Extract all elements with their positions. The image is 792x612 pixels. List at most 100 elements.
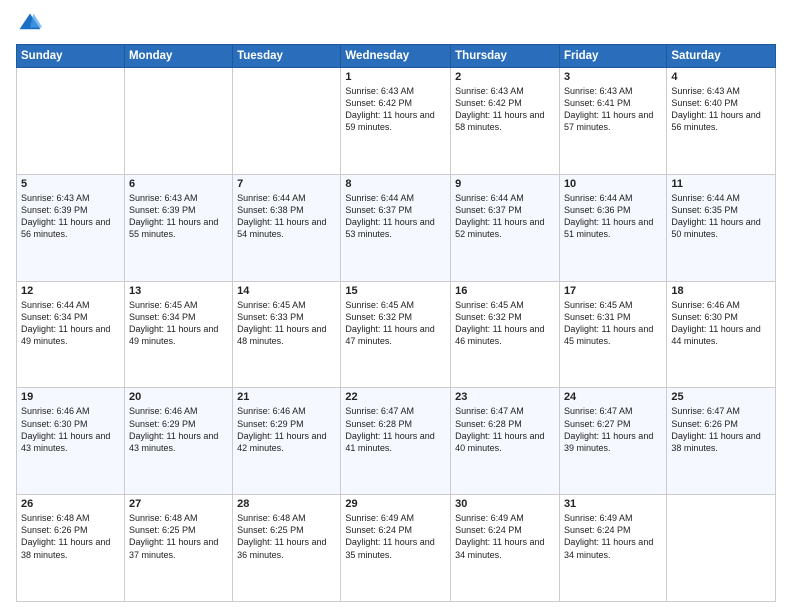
header bbox=[16, 10, 776, 38]
day-number: 9 bbox=[455, 178, 555, 190]
day-number: 1 bbox=[345, 71, 446, 83]
day-cell: 2 Sunrise: 6:43 AM Sunset: 6:42 PM Daylig… bbox=[451, 68, 560, 175]
logo bbox=[16, 10, 48, 38]
day-cell: 3 Sunrise: 6:43 AM Sunset: 6:41 PM Daylig… bbox=[559, 68, 666, 175]
week-row-1: 1 Sunrise: 6:43 AM Sunset: 6:42 PM Daylig… bbox=[17, 68, 776, 175]
weekday-header-row: SundayMondayTuesdayWednesdayThursdayFrid… bbox=[17, 45, 776, 68]
weekday-header-sunday: Sunday bbox=[17, 45, 125, 68]
day-info: Sunrise: 6:44 AM Sunset: 6:34 PM Dayligh… bbox=[21, 299, 120, 348]
day-info: Sunrise: 6:47 AM Sunset: 6:27 PM Dayligh… bbox=[564, 405, 662, 454]
day-info: Sunrise: 6:47 AM Sunset: 6:26 PM Dayligh… bbox=[671, 405, 771, 454]
calendar: SundayMondayTuesdayWednesdayThursdayFrid… bbox=[16, 44, 776, 602]
week-row-3: 12 Sunrise: 6:44 AM Sunset: 6:34 PM Dayli… bbox=[17, 281, 776, 388]
weekday-header-wednesday: Wednesday bbox=[341, 45, 451, 68]
day-info: Sunrise: 6:44 AM Sunset: 6:37 PM Dayligh… bbox=[455, 192, 555, 241]
day-cell: 17 Sunrise: 6:45 AM Sunset: 6:31 PM Dayli… bbox=[559, 281, 666, 388]
day-cell: 13Sunrise: 6:45 AM Sunset: 6:34 PM Dayli… bbox=[124, 281, 232, 388]
day-cell: 15 Sunrise: 6:45 AM Sunset: 6:32 PM Dayli… bbox=[341, 281, 451, 388]
day-info: Sunrise: 6:46 AM Sunset: 6:30 PM Dayligh… bbox=[671, 299, 771, 348]
day-cell: 28 Sunrise: 6:48 AM Sunset: 6:25 PM Dayli… bbox=[233, 495, 341, 602]
day-cell: 24 Sunrise: 6:47 AM Sunset: 6:27 PM Dayli… bbox=[559, 388, 666, 495]
weekday-header-monday: Monday bbox=[124, 45, 232, 68]
day-cell: 4Sunrise: 6:43 AM Sunset: 6:40 PM Daylig… bbox=[667, 68, 776, 175]
day-info: Sunrise: 6:43 AM Sunset: 6:42 PM Dayligh… bbox=[455, 85, 555, 134]
day-number: 29 bbox=[345, 498, 446, 510]
day-number: 15 bbox=[345, 285, 446, 297]
day-number: 30 bbox=[455, 498, 555, 510]
day-info: Sunrise: 6:44 AM Sunset: 6:37 PM Dayligh… bbox=[345, 192, 446, 241]
day-cell: 9 Sunrise: 6:44 AM Sunset: 6:37 PM Daylig… bbox=[451, 174, 560, 281]
day-number: 19 bbox=[21, 391, 120, 403]
day-number: 12 bbox=[21, 285, 120, 297]
day-cell: 10 Sunrise: 6:44 AM Sunset: 6:36 PM Dayli… bbox=[559, 174, 666, 281]
day-cell: 7Sunrise: 6:44 AM Sunset: 6:38 PM Daylig… bbox=[233, 174, 341, 281]
week-row-2: 5 Sunrise: 6:43 AM Sunset: 6:39 PM Daylig… bbox=[17, 174, 776, 281]
day-number: 31 bbox=[564, 498, 662, 510]
day-cell: 20 Sunrise: 6:46 AM Sunset: 6:29 PM Dayli… bbox=[124, 388, 232, 495]
day-number: 8 bbox=[345, 178, 446, 190]
day-cell: 5 Sunrise: 6:43 AM Sunset: 6:39 PM Daylig… bbox=[17, 174, 125, 281]
day-number: 3 bbox=[564, 71, 662, 83]
day-cell: 31 Sunrise: 6:49 AM Sunset: 6:24 PM Dayli… bbox=[559, 495, 666, 602]
day-info: Sunrise: 6:45 AM Sunset: 6:32 PM Dayligh… bbox=[455, 299, 555, 348]
day-number: 5 bbox=[21, 178, 120, 190]
day-cell: 29Sunrise: 6:49 AM Sunset: 6:24 PM Dayli… bbox=[341, 495, 451, 602]
day-info: Sunrise: 6:48 AM Sunset: 6:25 PM Dayligh… bbox=[237, 512, 336, 561]
day-cell: 25 Sunrise: 6:47 AM Sunset: 6:26 PM Dayli… bbox=[667, 388, 776, 495]
day-number: 6 bbox=[129, 178, 228, 190]
day-cell: 26Sunrise: 6:48 AM Sunset: 6:26 PM Dayli… bbox=[17, 495, 125, 602]
day-number: 24 bbox=[564, 391, 662, 403]
day-number: 22 bbox=[345, 391, 446, 403]
day-number: 26 bbox=[21, 498, 120, 510]
day-number: 7 bbox=[237, 178, 336, 190]
day-info: Sunrise: 6:47 AM Sunset: 6:28 PM Dayligh… bbox=[345, 405, 446, 454]
logo-icon bbox=[16, 10, 44, 38]
day-number: 11 bbox=[671, 178, 771, 190]
day-info: Sunrise: 6:49 AM Sunset: 6:24 PM Dayligh… bbox=[564, 512, 662, 561]
day-cell bbox=[233, 68, 341, 175]
day-number: 2 bbox=[455, 71, 555, 83]
day-number: 28 bbox=[237, 498, 336, 510]
day-cell bbox=[17, 68, 125, 175]
day-info: Sunrise: 6:44 AM Sunset: 6:36 PM Dayligh… bbox=[564, 192, 662, 241]
day-info: Sunrise: 6:46 AM Sunset: 6:30 PM Dayligh… bbox=[21, 405, 120, 454]
weekday-header-tuesday: Tuesday bbox=[233, 45, 341, 68]
day-number: 27 bbox=[129, 498, 228, 510]
day-info: Sunrise: 6:49 AM Sunset: 6:24 PM Dayligh… bbox=[455, 512, 555, 561]
weekday-header-thursday: Thursday bbox=[451, 45, 560, 68]
day-number: 14 bbox=[237, 285, 336, 297]
day-cell: 19 Sunrise: 6:46 AM Sunset: 6:30 PM Dayli… bbox=[17, 388, 125, 495]
day-number: 20 bbox=[129, 391, 228, 403]
day-number: 4 bbox=[671, 71, 771, 83]
day-info: Sunrise: 6:45 AM Sunset: 6:32 PM Dayligh… bbox=[345, 299, 446, 348]
day-number: 10 bbox=[564, 178, 662, 190]
day-info: Sunrise: 6:45 AM Sunset: 6:31 PM Dayligh… bbox=[564, 299, 662, 348]
day-info: Sunrise: 6:43 AM Sunset: 6:39 PM Dayligh… bbox=[21, 192, 120, 241]
day-cell: 30 Sunrise: 6:49 AM Sunset: 6:24 PM Dayli… bbox=[451, 495, 560, 602]
page: SundayMondayTuesdayWednesdayThursdayFrid… bbox=[0, 0, 792, 612]
day-number: 16 bbox=[455, 285, 555, 297]
day-info: Sunrise: 6:45 AM Sunset: 6:33 PM Dayligh… bbox=[237, 299, 336, 348]
day-info: Sunrise: 6:43 AM Sunset: 6:41 PM Dayligh… bbox=[564, 85, 662, 134]
day-cell: 23Sunrise: 6:47 AM Sunset: 6:28 PM Dayli… bbox=[451, 388, 560, 495]
weekday-header-saturday: Saturday bbox=[667, 45, 776, 68]
day-info: Sunrise: 6:43 AM Sunset: 6:42 PM Dayligh… bbox=[345, 85, 446, 134]
day-cell: 22 Sunrise: 6:47 AM Sunset: 6:28 PM Dayli… bbox=[341, 388, 451, 495]
day-info: Sunrise: 6:46 AM Sunset: 6:29 PM Dayligh… bbox=[237, 405, 336, 454]
week-row-4: 19 Sunrise: 6:46 AM Sunset: 6:30 PM Dayli… bbox=[17, 388, 776, 495]
day-cell: 11Sunrise: 6:44 AM Sunset: 6:35 PM Dayli… bbox=[667, 174, 776, 281]
day-info: Sunrise: 6:46 AM Sunset: 6:29 PM Dayligh… bbox=[129, 405, 228, 454]
day-info: Sunrise: 6:45 AM Sunset: 6:34 PM Dayligh… bbox=[129, 299, 228, 348]
day-cell bbox=[124, 68, 232, 175]
day-number: 17 bbox=[564, 285, 662, 297]
day-cell: 6 Sunrise: 6:43 AM Sunset: 6:39 PM Daylig… bbox=[124, 174, 232, 281]
day-cell: 16 Sunrise: 6:45 AM Sunset: 6:32 PM Dayli… bbox=[451, 281, 560, 388]
day-number: 23 bbox=[455, 391, 555, 403]
week-row-5: 26Sunrise: 6:48 AM Sunset: 6:26 PM Dayli… bbox=[17, 495, 776, 602]
day-number: 25 bbox=[671, 391, 771, 403]
day-cell: 1 Sunrise: 6:43 AM Sunset: 6:42 PM Daylig… bbox=[341, 68, 451, 175]
day-cell: 12 Sunrise: 6:44 AM Sunset: 6:34 PM Dayli… bbox=[17, 281, 125, 388]
day-info: Sunrise: 6:43 AM Sunset: 6:39 PM Dayligh… bbox=[129, 192, 228, 241]
day-number: 21 bbox=[237, 391, 336, 403]
day-cell bbox=[667, 495, 776, 602]
